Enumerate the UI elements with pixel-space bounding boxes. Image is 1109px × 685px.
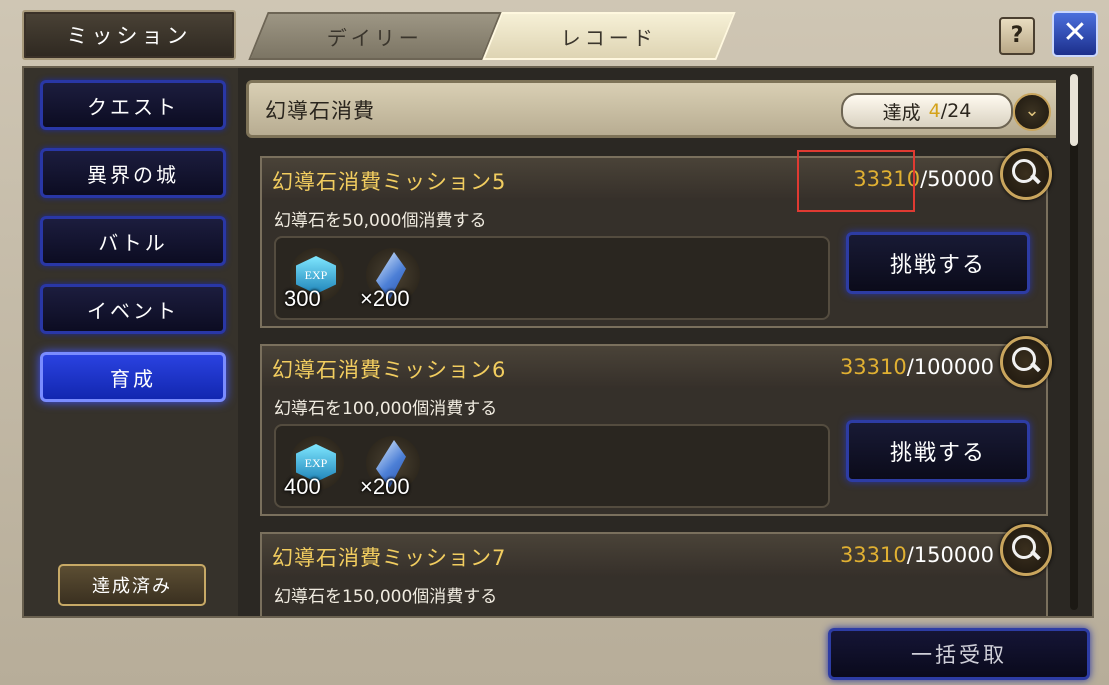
search-icon[interactable] bbox=[1000, 524, 1052, 576]
mission-window: ミッション デイリー レコード ? ✕ クエスト 異界の城 バトル イベント 育… bbox=[0, 0, 1109, 685]
tab-daily[interactable]: デイリー bbox=[248, 12, 502, 60]
close-icon[interactable]: ✕ bbox=[1052, 11, 1098, 57]
annotation-highlight-box bbox=[797, 150, 915, 212]
category-header[interactable]: 幻導石消費 達成 4/24 ⌄ bbox=[246, 80, 1056, 138]
mission-panel: クエスト 異界の城 バトル イベント 育成 達成済み 幻導石消費 達成 4/24… bbox=[22, 66, 1094, 618]
reward-box: EXP 400 ×200 bbox=[274, 424, 830, 508]
reward-qty: ×200 bbox=[360, 474, 410, 499]
mission-card: 幻導石消費ミッション6 33310/100000 幻導石を100,000個消費す… bbox=[260, 344, 1048, 516]
mission-list: 幻導石消費 達成 4/24 ⌄ 幻導石消費ミッション5 33310/50000 … bbox=[246, 76, 1056, 616]
category-name: 幻導石消費 bbox=[265, 99, 375, 123]
challenge-button[interactable]: 挑戦する bbox=[846, 232, 1030, 294]
sidebar-item-training[interactable]: 育成 bbox=[40, 352, 226, 402]
mission-target: /50000 bbox=[920, 167, 994, 191]
tab-daily-label: デイリー bbox=[327, 25, 423, 50]
reward-exp: EXP 400 bbox=[282, 432, 348, 499]
mission-title: 幻導石消費ミッション6 bbox=[272, 358, 507, 382]
category-progress: 達成 4/24 bbox=[841, 93, 1013, 129]
sidebar-item-quest[interactable]: クエスト bbox=[40, 80, 226, 130]
bulk-receive-button[interactable]: 一括受取 bbox=[828, 628, 1090, 680]
chevron-down-icon[interactable]: ⌄ bbox=[1013, 93, 1051, 131]
completed-button[interactable]: 達成済み bbox=[58, 564, 206, 606]
mission-header: 幻導石消費ミッション6 33310/100000 bbox=[262, 346, 1046, 388]
mission-description: 幻導石を150,000個消費する bbox=[274, 587, 498, 607]
help-icon[interactable]: ? bbox=[999, 17, 1035, 55]
scrollbar[interactable] bbox=[1070, 74, 1078, 610]
progress-current: 4 bbox=[928, 100, 941, 122]
reward-qty: 300 bbox=[284, 286, 321, 311]
window-title: ミッション bbox=[22, 10, 236, 60]
mission-header: 幻導石消費ミッション5 33310/50000 bbox=[262, 158, 1046, 200]
tab-record-label: レコード bbox=[561, 25, 657, 50]
reward-crystal: ×200 bbox=[358, 432, 424, 499]
mission-count: 33310/150000 bbox=[840, 543, 994, 567]
reward-box: EXP 300 ×200 bbox=[274, 236, 830, 320]
mission-card: 幻導石消費ミッション7 33310/150000 幻導石を150,000個消費す… bbox=[260, 532, 1048, 616]
mission-count: 33310/100000 bbox=[840, 355, 994, 379]
mission-description: 幻導石を50,000個消費する bbox=[274, 211, 487, 231]
mission-target: /150000 bbox=[906, 543, 994, 567]
sidebar-item-castle[interactable]: 異界の城 bbox=[40, 148, 226, 198]
progress-total: /24 bbox=[940, 100, 972, 122]
mission-description: 幻導石を100,000個消費する bbox=[274, 399, 498, 419]
mission-card: 幻導石消費ミッション5 33310/50000 幻導石を50,000個消費する … bbox=[260, 156, 1048, 328]
reward-crystal: ×200 bbox=[358, 244, 424, 311]
search-icon[interactable] bbox=[1000, 336, 1052, 388]
sidebar-item-event[interactable]: イベント bbox=[40, 284, 226, 334]
mission-title: 幻導石消費ミッション7 bbox=[272, 546, 507, 570]
challenge-button[interactable]: 挑戦する bbox=[846, 420, 1030, 482]
reward-qty: 400 bbox=[284, 474, 321, 499]
mission-title: 幻導石消費ミッション5 bbox=[272, 170, 507, 194]
mission-current: 33310 bbox=[839, 543, 907, 567]
scroll-thumb[interactable] bbox=[1070, 74, 1078, 146]
reward-qty: ×200 bbox=[360, 286, 410, 311]
tab-record[interactable]: レコード bbox=[482, 12, 736, 60]
mission-target: /100000 bbox=[906, 355, 994, 379]
progress-label: 達成 bbox=[882, 101, 921, 124]
sidebar-item-battle[interactable]: バトル bbox=[40, 216, 226, 266]
search-icon[interactable] bbox=[1000, 148, 1052, 200]
reward-exp: EXP 300 bbox=[282, 244, 348, 311]
mission-header: 幻導石消費ミッション7 33310/150000 bbox=[262, 534, 1046, 576]
sidebar: クエスト 異界の城 バトル イベント 育成 達成済み bbox=[24, 68, 238, 616]
mission-current: 33310 bbox=[839, 355, 907, 379]
